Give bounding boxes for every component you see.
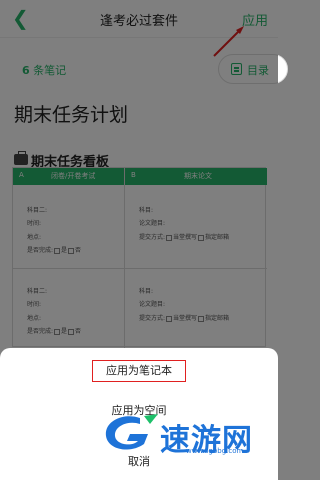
watermark-logo-icon [105,414,158,450]
apply-as-notebook-option[interactable]: 应用为笔记本 [92,360,186,382]
watermark-url: www.sgbbg.com [186,447,244,455]
